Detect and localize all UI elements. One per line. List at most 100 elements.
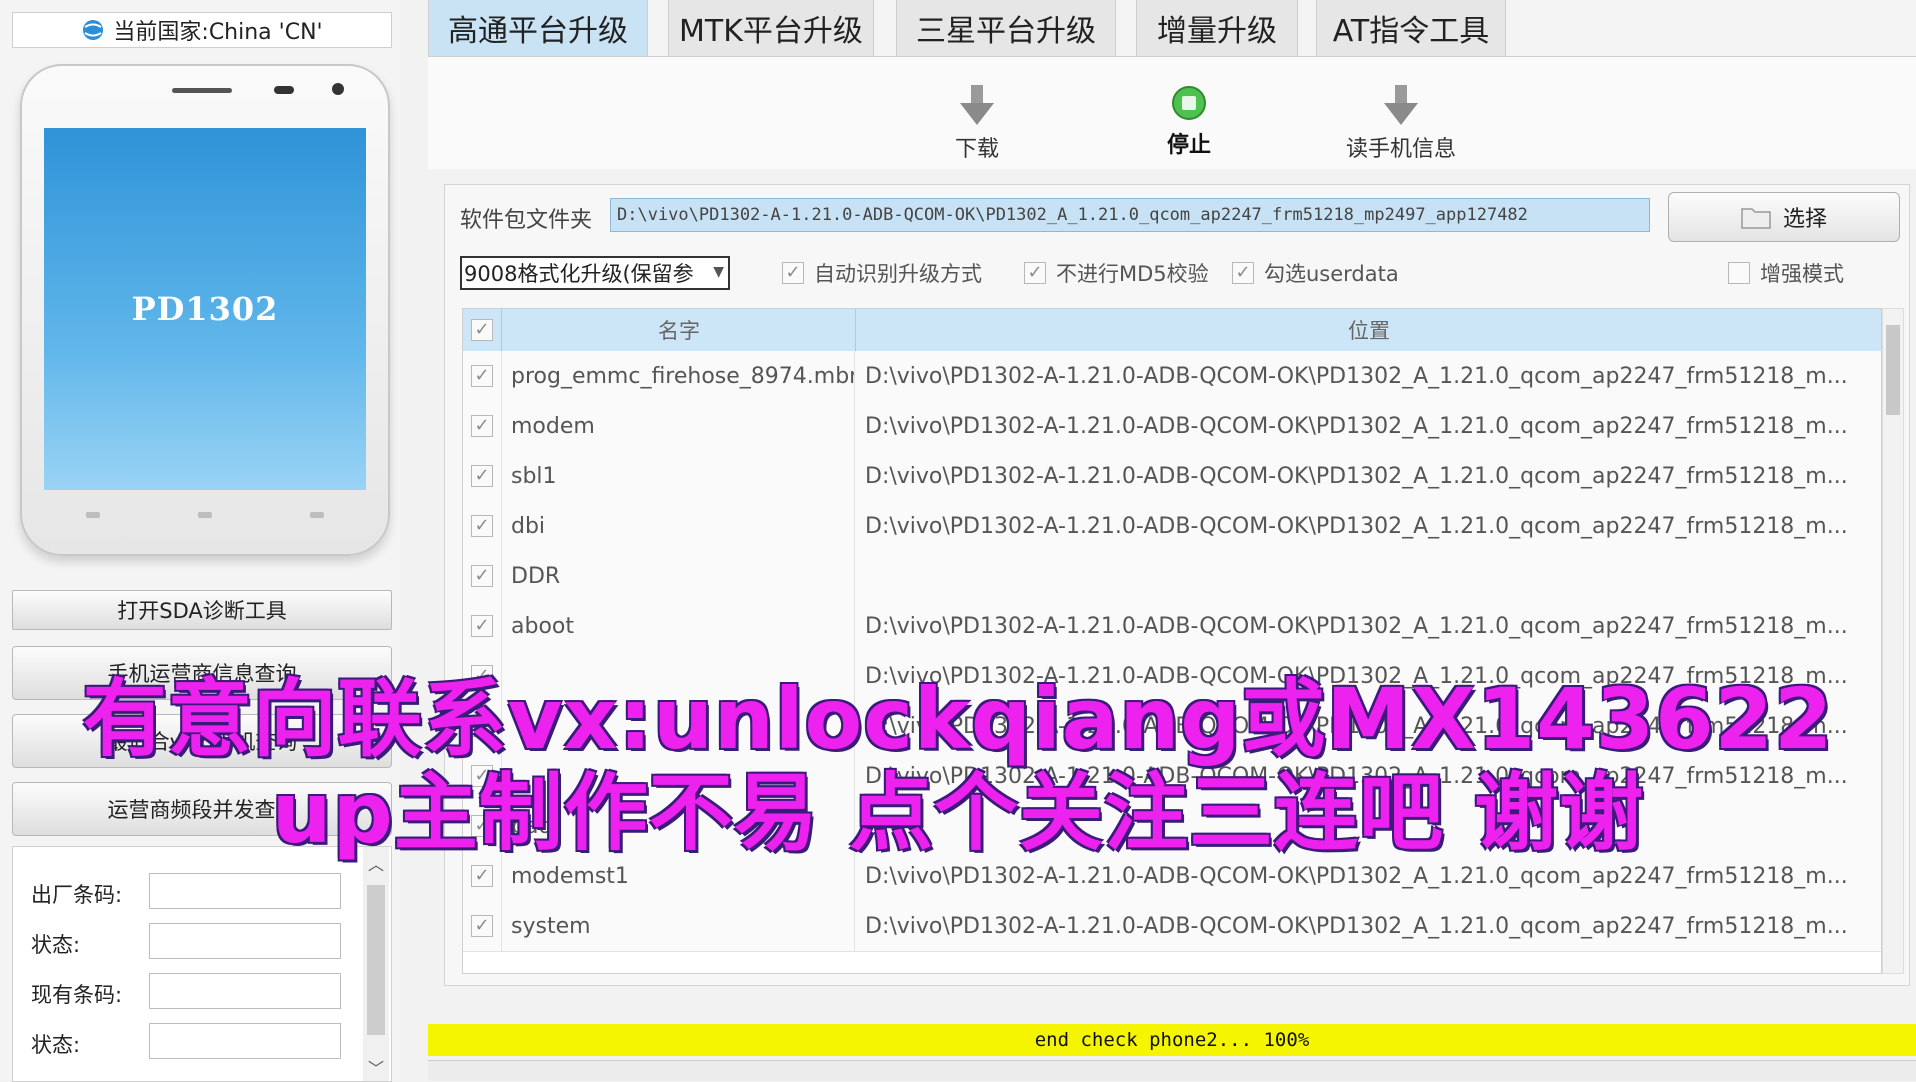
row-location bbox=[857, 801, 1881, 851]
row-location: D:\vivo\PD1302-A-1.21.0-ADB-QCOM-OK\PD13… bbox=[865, 463, 1848, 489]
partition-table: ✓ 名字 位置 ✓ prog_emmc_firehose_8974.mbn D:… bbox=[462, 308, 1882, 974]
table-row[interactable]: ✓ modemst1 D:\vivo\PD1302-A-1.21.0-ADB-Q… bbox=[463, 851, 1881, 902]
tab-qualcomm-upgrade[interactable]: 高通平台升级 bbox=[428, 0, 648, 57]
info-scrollbar[interactable]: ︿ ﹀ bbox=[363, 847, 389, 1081]
phone-back-key bbox=[310, 512, 324, 518]
choose-folder-button[interactable]: 选择 bbox=[1668, 192, 1900, 242]
table-header: ✓ 名字 位置 bbox=[463, 309, 1881, 352]
table-row[interactable]: ✓ aboot D:\vivo\PD1302-A-1.21.0-ADB-QCOM… bbox=[463, 601, 1881, 652]
table-row[interactable]: ✓ D:\vivo\PD1302-A-1.21.0-ADB-QCOM-OK\PD… bbox=[463, 651, 1881, 702]
factory-barcode-label: 出厂条码: bbox=[31, 883, 123, 907]
row-checkbox[interactable]: ✓ bbox=[471, 515, 493, 537]
phone-camera bbox=[332, 83, 344, 95]
row-checkbox[interactable]: ✓ bbox=[471, 815, 493, 837]
enhanced-mode-checkbox[interactable] bbox=[1728, 262, 1750, 284]
left-panel: 当前国家:China 'CN' PD1302 打开SDA诊断工具 手机运营商信息… bbox=[0, 0, 400, 1082]
status-label-1: 状态: bbox=[31, 933, 81, 957]
no-md5-option[interactable]: ✓ 不进行MD5校验 bbox=[1024, 258, 1209, 288]
no-md5-label: 不进行MD5校验 bbox=[1056, 262, 1209, 286]
scroll-down-icon[interactable]: ﹀ bbox=[367, 1055, 385, 1079]
read-info-arrow-icon bbox=[1384, 85, 1418, 125]
read-phone-info-button[interactable]: 读手机信息 bbox=[1326, 57, 1476, 169]
scroll-thumb[interactable] bbox=[367, 885, 385, 1035]
table-row[interactable]: ✓ system D:\vivo\PD1302-A-1.21.0-ADB-QCO… bbox=[463, 901, 1881, 952]
row-location: D:\vivo\PD1302-A-1.21.0-ADB-QCOM-OK\PD13… bbox=[865, 513, 1848, 539]
row-name: aboot bbox=[503, 601, 855, 651]
auto-detect-option[interactable]: ✓ 自动识别升级方式 bbox=[782, 258, 982, 288]
progress-status-bar: end check phone2... 100% bbox=[428, 1024, 1916, 1056]
footer-status-strip bbox=[428, 1060, 1916, 1081]
tab-mtk-upgrade[interactable]: MTK平台升级 bbox=[668, 0, 874, 57]
table-row[interactable]: ✓ modem D:\vivo\PD1302-A-1.21.0-ADB-QCOM… bbox=[463, 401, 1881, 452]
row-checkbox[interactable]: ✓ bbox=[471, 365, 493, 387]
row-checkbox[interactable]: ✓ bbox=[471, 415, 493, 437]
no-md5-checkbox[interactable]: ✓ bbox=[1024, 262, 1046, 284]
userdata-checkbox[interactable]: ✓ bbox=[1232, 262, 1254, 284]
tab-incremental-upgrade[interactable]: 增量升级 bbox=[1136, 0, 1298, 57]
choose-label: 选择 bbox=[1782, 207, 1827, 232]
factory-barcode-field[interactable] bbox=[149, 873, 341, 909]
package-path-field[interactable]: D:\vivo\PD1302-A-1.21.0-ADB-QCOM-OK\PD13… bbox=[610, 198, 1650, 232]
row-checkbox[interactable]: ✓ bbox=[471, 565, 493, 587]
country-text: 当前国家:China 'CN' bbox=[113, 20, 323, 45]
row-checkbox[interactable]: ✓ bbox=[471, 765, 493, 787]
row-name: system bbox=[503, 901, 855, 951]
download-button[interactable]: 下载 bbox=[902, 57, 1052, 169]
current-barcode-field[interactable] bbox=[149, 973, 341, 1009]
status-label-2: 状态: bbox=[31, 1033, 81, 1057]
barcode-info-panel: 出厂条码: 状态: 现有条码: 状态: ︿ ﹀ bbox=[12, 846, 392, 1082]
header-select-all[interactable]: ✓ bbox=[463, 309, 502, 351]
tab-samsung-upgrade[interactable]: 三星平台升级 bbox=[896, 0, 1116, 57]
auto-detect-label: 自动识别升级方式 bbox=[814, 262, 982, 286]
row-name: DDR bbox=[503, 551, 855, 601]
row-checkbox[interactable]: ✓ bbox=[471, 915, 493, 937]
row-checkbox[interactable]: ✓ bbox=[471, 665, 493, 687]
vivo-phone-query-button[interactable]: 最适合vivo手机查询 bbox=[12, 714, 392, 768]
table-row[interactable]: ✓ D:\vivo\PD1302-A-1.21.0-ADB-QCOM-OK\PD… bbox=[463, 701, 1881, 752]
open-sda-diagnostic-button[interactable]: 打开SDA诊断工具 bbox=[12, 590, 392, 630]
enhanced-mode-option[interactable]: 增强模式 bbox=[1728, 258, 1844, 288]
phone-home-key bbox=[198, 512, 212, 518]
band-query-button[interactable]: 运营商频段并发查询 bbox=[12, 782, 392, 836]
download-label: 下载 bbox=[954, 137, 999, 162]
phone-screen: PD1302 bbox=[44, 128, 366, 490]
select-all-checkbox[interactable]: ✓ bbox=[471, 319, 493, 341]
row-name: sbl1 bbox=[503, 451, 855, 501]
stop-button[interactable]: 停止 bbox=[1114, 57, 1264, 169]
upgrade-mode-select[interactable]: 9008格式化升级(保留参 ▼ bbox=[460, 256, 730, 290]
phone-sensor bbox=[274, 86, 294, 94]
userdata-option[interactable]: ✓ 勾选userdata bbox=[1232, 258, 1399, 288]
read-info-label: 读手机信息 bbox=[1345, 137, 1456, 162]
tab-at-command-tool[interactable]: AT指令工具 bbox=[1316, 0, 1506, 57]
table-row[interactable]: ✓ prog_emmc_firehose_8974.mbn D:\vivo\PD… bbox=[463, 351, 1881, 402]
row-name bbox=[503, 701, 855, 751]
scroll-up-icon[interactable]: ︿ bbox=[367, 851, 385, 875]
row-name: prog_emmc_firehose_8974.mbn bbox=[503, 351, 855, 401]
table-scrollbar[interactable] bbox=[1882, 308, 1904, 974]
table-row[interactable]: ✓ D:\vivo\PD1302-A-1.21.0-ADB-QCOM-OK\PD… bbox=[463, 751, 1881, 802]
row-location: D:\vivo\PD1302-A-1.21.0-ADB-QCOM-OK\PD13… bbox=[865, 713, 1848, 739]
table-row[interactable]: ✓ dbi D:\vivo\PD1302-A-1.21.0-ADB-QCOM-O… bbox=[463, 501, 1881, 552]
table-scroll-thumb[interactable] bbox=[1886, 325, 1900, 415]
row-checkbox[interactable]: ✓ bbox=[471, 865, 493, 887]
userdata-label: 勾选userdata bbox=[1264, 262, 1399, 286]
globe-icon bbox=[83, 20, 104, 40]
auto-detect-checkbox[interactable]: ✓ bbox=[782, 262, 804, 284]
row-checkbox[interactable]: ✓ bbox=[471, 615, 493, 637]
status-field-2[interactable] bbox=[149, 1023, 341, 1059]
folder-icon bbox=[1741, 208, 1771, 229]
table-row[interactable]: ✓ pad bbox=[463, 801, 1881, 852]
table-row[interactable]: ✓ DDR bbox=[463, 551, 1881, 602]
row-location: D:\vivo\PD1302-A-1.21.0-ADB-QCOM-OK\PD13… bbox=[865, 663, 1848, 689]
row-checkbox[interactable]: ✓ bbox=[471, 465, 493, 487]
operator-info-query-button[interactable]: 手机运营商信息查询 bbox=[12, 646, 392, 700]
row-location: D:\vivo\PD1302-A-1.21.0-ADB-QCOM-OK\PD13… bbox=[865, 613, 1848, 639]
phone-speaker bbox=[172, 88, 232, 93]
column-header-location[interactable]: 位置 bbox=[857, 309, 1881, 351]
column-header-name[interactable]: 名字 bbox=[503, 309, 856, 351]
table-row[interactable]: ✓ sbl1 D:\vivo\PD1302-A-1.21.0-ADB-QCOM-… bbox=[463, 451, 1881, 502]
row-checkbox[interactable]: ✓ bbox=[471, 715, 493, 737]
status-field-1[interactable] bbox=[149, 923, 341, 959]
enhanced-mode-label: 增强模式 bbox=[1760, 262, 1844, 286]
upgrade-mode-value: 9008格式化升级(保留参 bbox=[464, 262, 694, 286]
